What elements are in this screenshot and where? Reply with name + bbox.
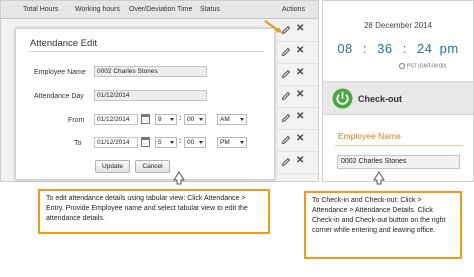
timezone-label: PST (GMT-08:00) — [407, 63, 447, 70]
to-label: To — [74, 140, 82, 147]
attendance-table-panel: Total Hours Working hours Over/Deviation… — [0, 0, 319, 182]
to-minute-select[interactable]: 00 — [184, 137, 206, 148]
to-ampm-select[interactable]: PM — [217, 137, 247, 148]
close-icon[interactable]: ✕ — [296, 45, 304, 57]
callout-tabular-view-text: To edit attendance details using tabular… — [46, 195, 248, 222]
to-minute-value: 00 — [187, 139, 195, 146]
from-ampm-value: AM — [220, 116, 230, 123]
table-row-actions: ✕ — [277, 108, 318, 130]
calendar-icon[interactable] — [141, 114, 150, 124]
to-hour-value: 5 — [158, 139, 162, 146]
close-icon[interactable]: ✕ — [296, 111, 304, 123]
callout-pointer-icon — [373, 171, 385, 185]
check-in-panel: 28 December 2014 08 : 36 : 24 pm PST (GM… — [322, 0, 474, 182]
time-second: 24 — [417, 41, 433, 56]
close-icon[interactable]: ✕ — [296, 155, 304, 167]
table-row-actions: ✕ — [277, 130, 318, 152]
callout-check-in-out: To Check-in and Check-out: Click > Atten… — [304, 191, 462, 259]
check-out-button[interactable]: Check-out — [323, 81, 473, 115]
chevron-down-icon — [240, 141, 244, 144]
time-minute: 36 — [377, 41, 393, 56]
time-separator: : — [402, 41, 407, 56]
table-row-actions: ✕ — [277, 86, 318, 108]
close-icon[interactable]: ✕ — [296, 133, 304, 145]
employee-name-field[interactable]: 0002 Charles Stones — [94, 66, 207, 77]
employee-name-heading: Employee Name — [338, 131, 401, 141]
chevron-down-icon — [170, 141, 174, 144]
from-label: From — [68, 117, 85, 124]
from-ampm-select[interactable]: AM — [217, 114, 247, 125]
from-hour-select[interactable]: 9 — [155, 114, 177, 125]
pencil-icon[interactable] — [281, 135, 291, 145]
calendar-icon[interactable] — [141, 137, 150, 147]
actions-column: ✕ ✕ ✕ ✕ ✕ ✕ ✕ — [277, 20, 318, 182]
chevron-down-icon — [199, 141, 203, 144]
close-icon[interactable]: ✕ — [296, 89, 304, 101]
callout-pointer-icon — [173, 171, 185, 185]
title-divider — [28, 51, 264, 52]
chevron-down-icon — [170, 118, 174, 121]
from-minute-value: 00 — [187, 116, 195, 123]
pencil-icon[interactable] — [281, 113, 291, 123]
update-button[interactable]: Update — [95, 160, 130, 173]
from-minute-select[interactable]: 00 — [184, 114, 206, 125]
chevron-down-icon — [240, 118, 244, 121]
current-date: 28 December 2014 — [363, 21, 433, 30]
close-icon[interactable]: ✕ — [296, 23, 304, 35]
power-icon — [332, 88, 353, 109]
check-out-label: Check-out — [358, 94, 403, 104]
attendance-day-field[interactable]: 01/12/2014 — [94, 90, 207, 101]
from-date-field[interactable]: 01/12/2014 — [94, 114, 138, 125]
time-hour: 08 — [337, 41, 353, 56]
time-separator: : — [179, 138, 182, 145]
attendance-day-label: Attendance Day — [34, 93, 84, 100]
time-separator: : — [362, 41, 368, 56]
clock-icon — [399, 63, 405, 69]
table-row-actions: ✕ — [277, 152, 318, 174]
to-date-field[interactable]: 01/12/2014 — [94, 137, 138, 148]
attendance-edit-dialog: Attendance Edit Employee Name 0002 Charl… — [15, 28, 275, 180]
employee-name-label: Employee Name — [34, 69, 86, 76]
column-header-total-hours[interactable]: Total Hours — [23, 6, 58, 13]
column-header-over-deviation-time[interactable]: Over/Deviation Time — [129, 6, 192, 13]
table-row-actions: ✕ — [277, 42, 318, 64]
table-header: Total Hours Working hours Over/Deviation… — [1, 1, 318, 19]
cancel-button[interactable]: Cancel — [135, 160, 170, 173]
from-hour-value: 9 — [158, 116, 162, 123]
to-hour-select[interactable]: 5 — [155, 137, 177, 148]
time-separator: : — [179, 115, 182, 122]
close-icon[interactable]: ✕ — [296, 67, 304, 79]
pencil-icon[interactable] — [281, 47, 291, 57]
timezone-row: PST (GMT-08:00) — [399, 63, 446, 69]
callout-check-in-out-text: To Check-in and Check-out: Click > Atten… — [312, 197, 446, 234]
column-header-actions: Actions — [282, 6, 305, 13]
table-row-actions: ✕ — [277, 64, 318, 86]
callout-tabular-view: To edit attendance details using tabular… — [38, 189, 270, 234]
chevron-down-icon — [199, 118, 203, 121]
employee-name-field[interactable]: 0002 Charles Stones — [337, 155, 460, 169]
dialog-title: Attendance Edit — [30, 38, 98, 49]
to-ampm-value: PM — [220, 139, 230, 146]
column-header-status[interactable]: Status — [200, 6, 220, 13]
pencil-icon[interactable] — [281, 91, 291, 101]
pencil-icon[interactable] — [281, 69, 291, 79]
column-header-working-hours[interactable]: Working hours — [75, 6, 120, 13]
pencil-icon[interactable] — [281, 157, 291, 167]
heading-divider — [335, 145, 463, 146]
time-ampm: pm — [439, 41, 459, 56]
current-time: 08 : 36 : 24 pm — [323, 41, 473, 56]
